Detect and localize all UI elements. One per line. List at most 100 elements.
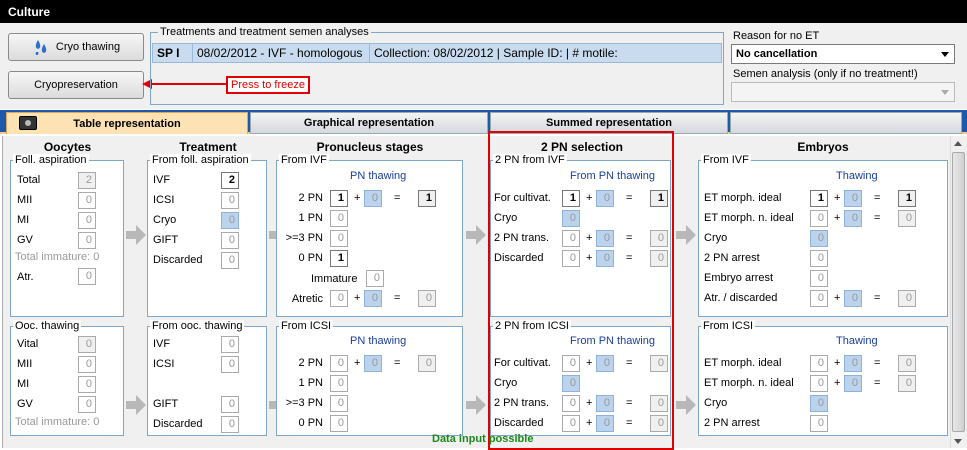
count-field[interactable]: 0: [221, 416, 239, 433]
count-field[interactable]: 0: [221, 396, 239, 413]
count-field[interactable]: 0: [78, 396, 96, 413]
count-field[interactable]: 0: [418, 290, 436, 307]
semen-analysis-select[interactable]: [731, 82, 955, 102]
count-field[interactable]: 0: [810, 230, 828, 247]
cryopreservation-label: Cryopreservation: [34, 79, 118, 91]
row-label: GV: [17, 398, 33, 410]
count-field[interactable]: 1: [898, 190, 916, 207]
tab-label: Summed representation: [546, 117, 672, 129]
operator: +: [834, 192, 841, 204]
count-field[interactable]: 0: [330, 355, 348, 372]
count-field[interactable]: 1: [810, 190, 828, 207]
count-field[interactable]: 0: [418, 355, 436, 372]
count-field[interactable]: 0: [330, 375, 348, 392]
treatments-legend: Treatments and treatment semen analyses: [158, 26, 371, 38]
reason-value: No cancellation: [736, 48, 818, 60]
count-field[interactable]: 0: [898, 375, 916, 392]
count-field[interactable]: 0: [844, 375, 862, 392]
count-field[interactable]: 0: [810, 290, 828, 307]
tab-label: Graphical representation: [303, 117, 435, 129]
cryo-thawing-button[interactable]: Cryo thawing: [8, 33, 144, 61]
row-label: Cryo: [153, 214, 177, 226]
count-field[interactable]: 2: [78, 172, 96, 189]
thawing-label: Thawing: [836, 335, 878, 347]
cryo-thawing-label: Cryo thawing: [55, 41, 121, 53]
pn-thawing-label: PN thawing: [350, 335, 407, 347]
count-field[interactable]: 0: [366, 270, 384, 287]
count-field[interactable]: 0: [330, 415, 348, 432]
scroll-down-icon[interactable]: [954, 439, 962, 444]
pronucleus-icsi-group-legend: From ICSI: [279, 320, 334, 332]
count-field[interactable]: 0: [330, 210, 348, 227]
tab-empty[interactable]: [730, 112, 962, 134]
camera-icon: [19, 116, 37, 130]
reason-select[interactable]: No cancellation: [731, 44, 955, 64]
tab-graphical-representation[interactable]: Graphical representation: [250, 112, 488, 134]
scroll-up-icon[interactable]: [954, 141, 962, 146]
treatment-thawing-group-legend: From ooc. thawing: [150, 320, 245, 332]
count-field[interactable]: 0: [330, 230, 348, 247]
count-field[interactable]: 0: [330, 290, 348, 307]
count-field[interactable]: 0: [810, 355, 828, 372]
row-label: 2 PN arrest: [704, 417, 760, 429]
row-label: GIFT: [153, 398, 179, 410]
row-label: >=3 PN: [285, 232, 323, 244]
operator: =: [394, 192, 401, 204]
row-label: ET morph. ideal: [704, 192, 782, 204]
count-field[interactable]: 0: [364, 190, 382, 207]
count-field[interactable]: 0: [330, 395, 348, 412]
treatment-aspiration-group-legend: From foll. aspiration: [150, 154, 251, 166]
count-field[interactable]: 0: [78, 192, 96, 209]
count-field[interactable]: 0: [78, 232, 96, 249]
count-field[interactable]: 0: [844, 190, 862, 207]
row-label: ET morph. n. ideal: [704, 377, 794, 389]
count-field[interactable]: 0: [898, 355, 916, 372]
embryos-header: Embryos: [797, 140, 849, 154]
operator: =: [874, 192, 881, 204]
operator: =: [394, 292, 401, 304]
count-field[interactable]: 0: [221, 212, 239, 229]
row-label: 2 PN: [298, 357, 323, 369]
flow-arrow-icon: [676, 225, 696, 245]
operator: =: [874, 292, 881, 304]
count-field[interactable]: 0: [810, 415, 828, 432]
tab-table-representation[interactable]: Table representation: [6, 112, 248, 134]
chevron-down-icon: [941, 90, 949, 95]
count-field[interactable]: 0: [221, 232, 239, 249]
cryopreservation-button[interactable]: Cryopreservation: [8, 71, 144, 99]
count-field[interactable]: 0: [221, 356, 239, 373]
row-label: Atr. / discarded: [704, 292, 778, 304]
count-field[interactable]: 0: [810, 210, 828, 227]
count-field[interactable]: 0: [78, 268, 96, 285]
count-field[interactable]: 1: [330, 190, 348, 207]
count-field[interactable]: 0: [78, 212, 96, 229]
count-field[interactable]: 0: [898, 290, 916, 307]
treatment-row[interactable]: SP I 08/02/2012 - IVF - homologous Colle…: [152, 43, 722, 63]
count-field[interactable]: 2: [221, 172, 239, 189]
count-field[interactable]: 0: [364, 355, 382, 372]
count-field[interactable]: 0: [810, 395, 828, 412]
count-field[interactable]: 0: [78, 376, 96, 393]
count-field[interactable]: 0: [221, 336, 239, 353]
count-field[interactable]: 0: [810, 375, 828, 392]
row-label: Discarded: [153, 418, 203, 430]
count-field[interactable]: 0: [844, 355, 862, 372]
count-field[interactable]: 0: [364, 290, 382, 307]
count-field[interactable]: 0: [221, 192, 239, 209]
row-label: Total: [17, 174, 41, 186]
count-field[interactable]: 0: [810, 270, 828, 287]
count-field[interactable]: 1: [330, 250, 348, 267]
count-field[interactable]: 0: [221, 252, 239, 269]
count-field[interactable]: 1: [418, 190, 436, 207]
operator: +: [354, 292, 361, 304]
count-field[interactable]: 0: [844, 210, 862, 227]
count-field[interactable]: 0: [78, 356, 96, 373]
thaw-drops-icon: [35, 40, 47, 55]
count-field[interactable]: 0: [898, 210, 916, 227]
count-field[interactable]: 0: [78, 336, 96, 353]
scrollbar-thumb[interactable]: [952, 152, 965, 432]
count-field[interactable]: 0: [810, 250, 828, 267]
operator: +: [834, 357, 841, 369]
count-field[interactable]: 0: [844, 290, 862, 307]
row-label: Vital: [17, 338, 39, 350]
